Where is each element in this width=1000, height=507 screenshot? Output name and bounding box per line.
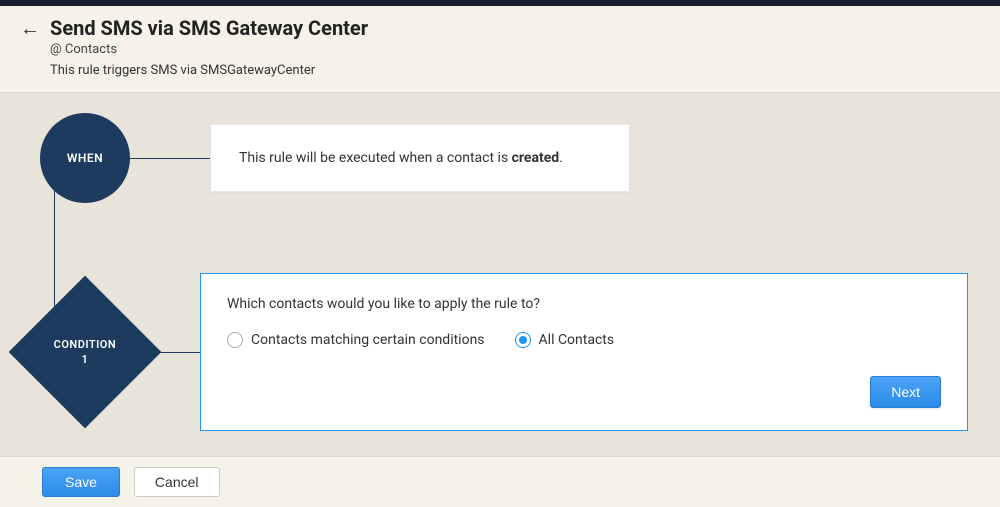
radio-label-all: All Contacts [539,332,615,348]
next-button[interactable]: Next [870,376,941,408]
connector-horizontal [130,158,210,159]
page-header: ← Send SMS via SMS Gateway Center @ Cont… [0,6,1000,93]
condition-card: Which contacts would you like to apply t… [200,273,968,431]
when-card[interactable]: This rule will be executed when a contac… [210,124,630,192]
when-label: WHEN [67,151,103,165]
condition-node[interactable]: CONDITION 1 [9,276,162,429]
radio-option-matching[interactable]: Contacts matching certain conditions [227,332,485,348]
context-at-symbol: @ [50,42,62,57]
radio-dot-icon [519,336,527,344]
save-button[interactable]: Save [42,467,120,497]
condition-label-line1: CONDITION [54,337,117,352]
workflow-canvas: WHEN This rule will be executed when a c… [0,93,1000,458]
when-text-bold: created [512,150,560,166]
radio-icon-selected [515,332,531,348]
context-line: @ Contacts [50,42,980,57]
page-title: Send SMS via SMS Gateway Center [50,16,368,40]
when-text-prefix: This rule will be executed when a contac… [239,150,512,166]
radio-group: Contacts matching certain conditions All… [227,332,941,348]
rule-description: This rule triggers SMS via SMSGatewayCen… [50,63,980,78]
condition-label-line2: 1 [54,352,117,367]
back-arrow-icon[interactable]: ← [20,18,40,38]
radio-label-matching: Contacts matching certain conditions [251,332,485,348]
connector-vertical [54,183,55,323]
radio-icon-unselected [227,332,243,348]
when-row: WHEN This rule will be executed when a c… [30,113,970,203]
condition-question: Which contacts would you like to apply t… [227,296,941,312]
when-node[interactable]: WHEN [40,113,130,203]
when-text-suffix: . [559,150,563,166]
context-module: Contacts [65,42,117,57]
footer-bar: Save Cancel [0,456,1000,507]
condition-row: CONDITION 1 Which contacts would you lik… [30,273,970,431]
radio-option-all[interactable]: All Contacts [515,332,615,348]
cancel-button[interactable]: Cancel [134,467,220,497]
